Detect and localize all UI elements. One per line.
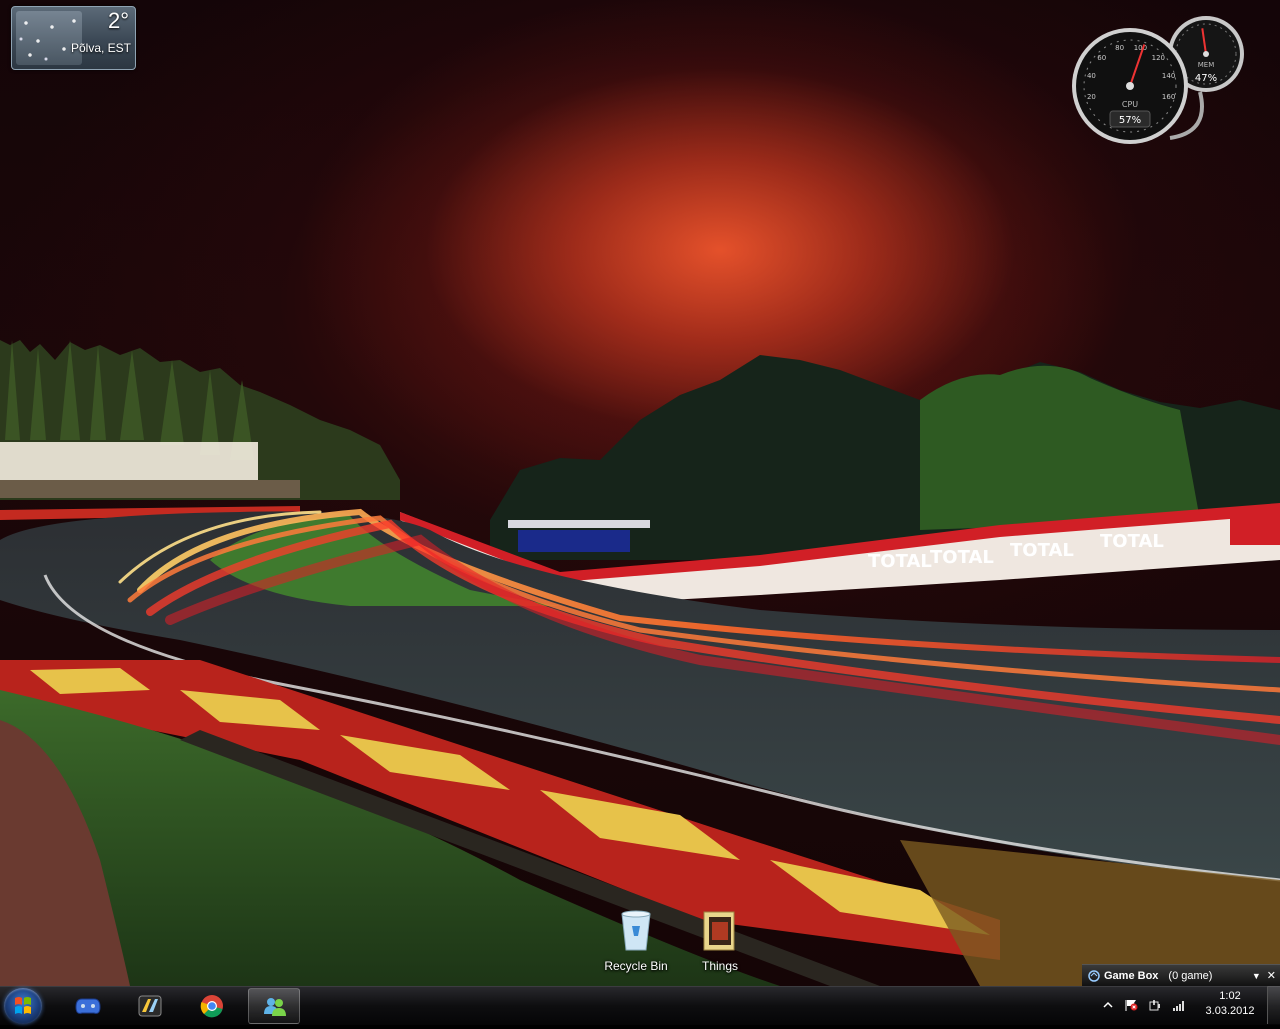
- network-signal-icon[interactable]: [1172, 999, 1186, 1011]
- total-banner-text: TOTAL: [1010, 540, 1074, 561]
- taskbar-fl-studio[interactable]: [124, 988, 176, 1024]
- messenger-icon: [264, 998, 286, 1016]
- mem-label: MEM: [1198, 61, 1215, 69]
- cpu-dial-tick-label: 160: [1162, 93, 1175, 101]
- fl-studio-icon: [138, 995, 162, 1017]
- desktop-icon-things[interactable]: Things: [682, 908, 758, 973]
- total-banner-text: TOTAL: [1100, 531, 1164, 552]
- taskbar: [0, 986, 1280, 1025]
- cpu-value: 57%: [1119, 115, 1141, 126]
- clock-date: 3.03.2012: [1205, 1005, 1255, 1017]
- cpu-label: CPU: [1122, 100, 1138, 109]
- cpu-dial-tick-label: 20: [1087, 93, 1096, 101]
- chevron-down-icon[interactable]: ▼: [1252, 971, 1261, 981]
- cpu-dial-tick-label: 60: [1097, 54, 1106, 62]
- chrome-icon: [200, 995, 223, 1018]
- cpu-dial-tick-label: 80: [1115, 44, 1124, 52]
- action-center-flag-icon[interactable]: [1124, 999, 1138, 1011]
- windows-start-icon[interactable]: [4, 988, 42, 1024]
- cpu-meter-dials: MEM 47% 20406080 100120140160 CPU 57%: [1072, 16, 1244, 144]
- show-hidden-icons-chevron[interactable]: [1101, 999, 1115, 1011]
- total-banner-text: TOTAL: [930, 547, 994, 568]
- taskbar-messenger[interactable]: [248, 988, 300, 1024]
- desktop-icon-recycle-bin[interactable]: Recycle Bin: [598, 908, 674, 973]
- windows-logo-icon: [15, 997, 31, 1014]
- game-box-name: Game Box: [1104, 969, 1159, 982]
- game-box-toolbar[interactable]: Game Box (0 game) ▼ ✕: [1082, 964, 1280, 986]
- desktop-icon-label: Recycle Bin: [604, 959, 668, 973]
- snow-icon: [16, 11, 82, 65]
- close-icon[interactable]: ✕: [1267, 969, 1276, 982]
- clock-time: 1:02: [1219, 990, 1241, 1002]
- weather-gadget[interactable]: 2° Põlva, EST: [11, 6, 136, 70]
- weather-location: Põlva, EST: [70, 41, 131, 55]
- taskbar-chrome[interactable]: [186, 988, 238, 1024]
- power-icon[interactable]: [1148, 999, 1162, 1011]
- game-controller-icon: [75, 998, 101, 1014]
- game-box-icon: [1088, 969, 1100, 982]
- taskbar-game-controller[interactable]: [62, 988, 114, 1024]
- show-desktop-button[interactable]: [1267, 986, 1280, 1024]
- taskbar-clock[interactable]: 1:02 3.03.2012: [1196, 989, 1264, 1019]
- cpu-dial-tick-label: 40: [1087, 72, 1096, 80]
- cpu-dial-tick-label: 120: [1152, 54, 1165, 62]
- folder-icon: [703, 911, 735, 951]
- cpu-dial: 20406080 100120140160 CPU 57%: [1072, 28, 1188, 144]
- recycle-bin-icon: [621, 910, 651, 951]
- game-box-count: (0 game): [1168, 969, 1213, 982]
- weather-temperature: 2°: [107, 8, 129, 33]
- desktop-icon-label: Things: [701, 959, 739, 973]
- mem-value: 47%: [1195, 73, 1217, 84]
- total-banner-text: TOTAL: [868, 551, 932, 572]
- cpu-dial-tick-label: 140: [1162, 72, 1175, 80]
- cpu-meter-gadget[interactable]: MEM 47% 20 40 60 80 100 120 140 160 CPU 57%: [1070, 12, 1246, 148]
